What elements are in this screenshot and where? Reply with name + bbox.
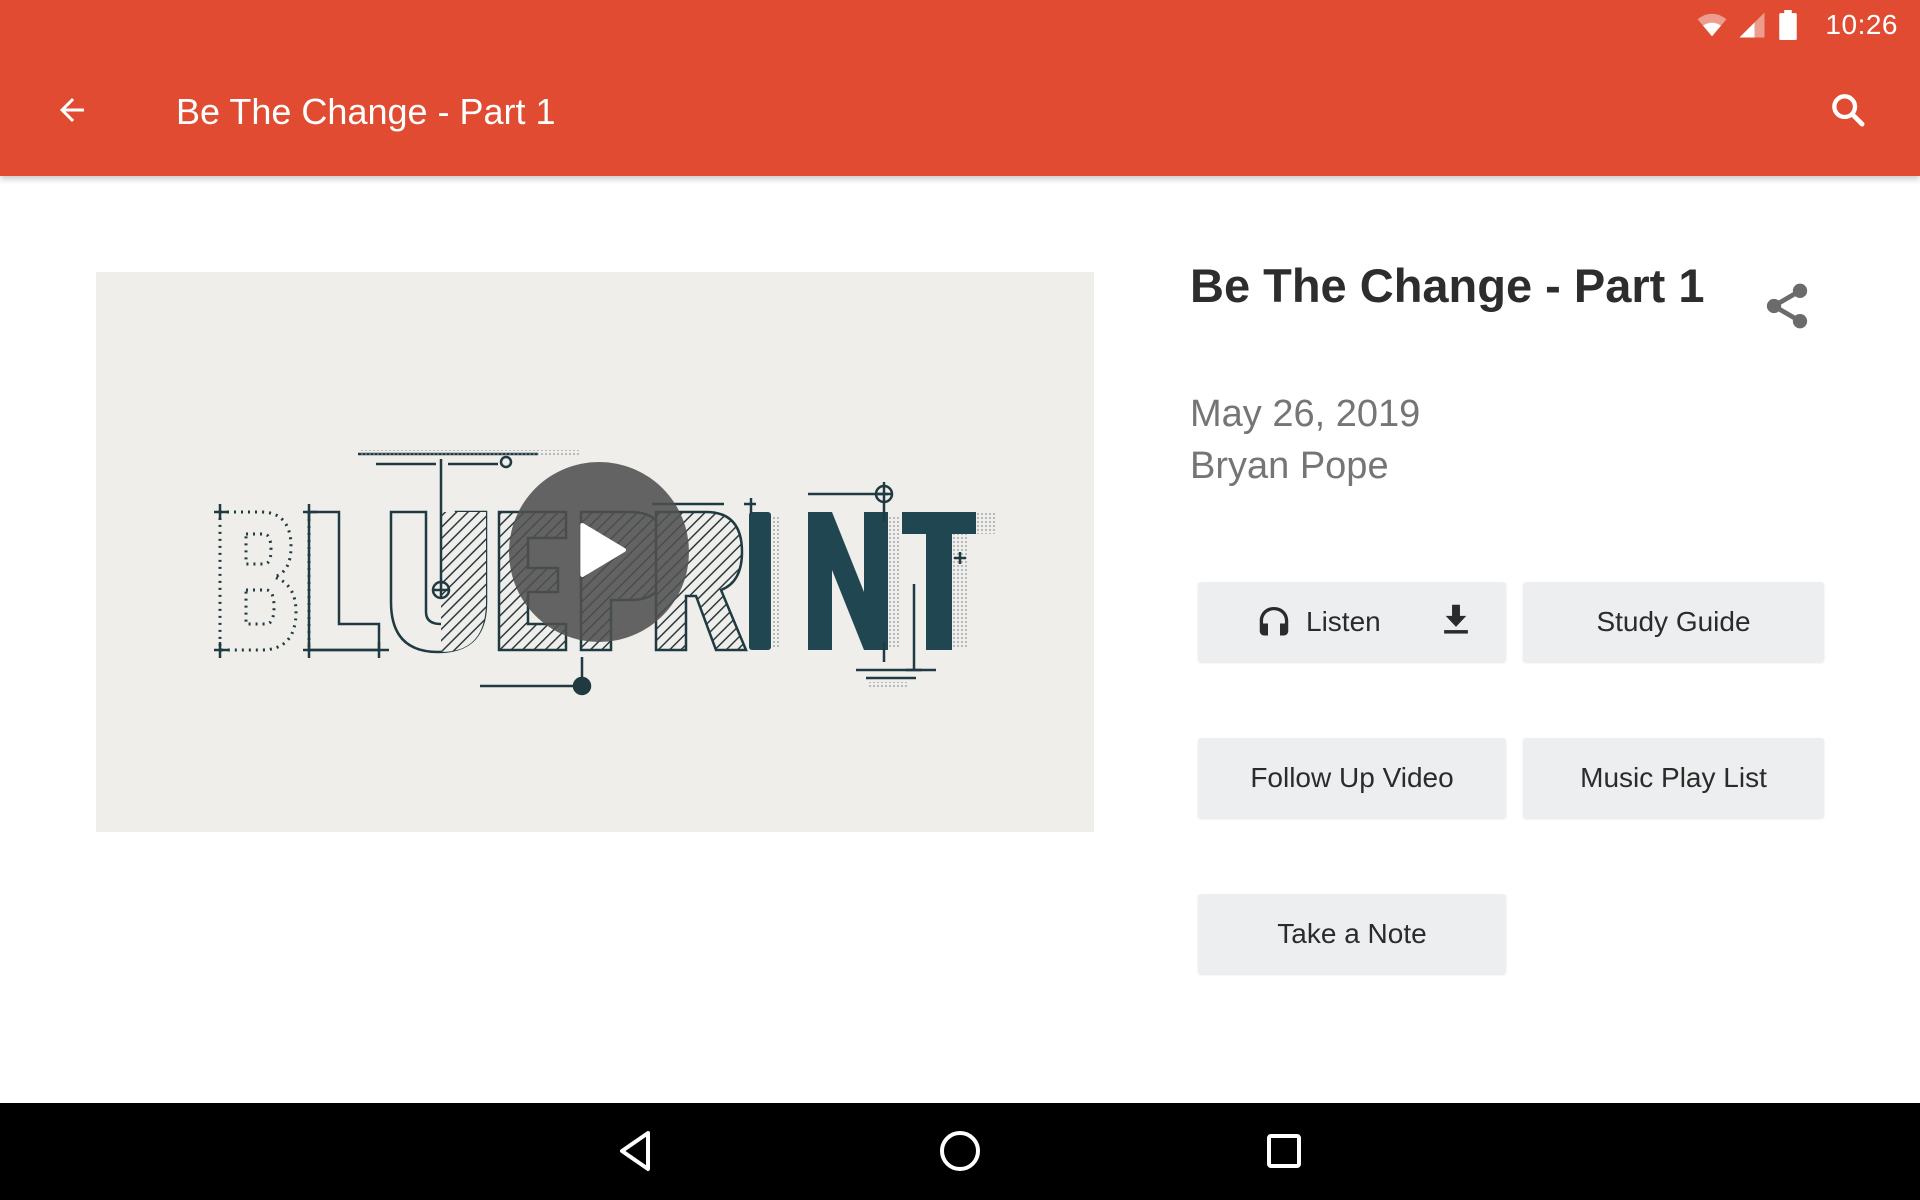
battery-icon [1777, 10, 1807, 40]
nav-back-icon [616, 1129, 656, 1178]
status-bar: 10:26 [0, 0, 1920, 50]
sermon-date: May 26, 2019 [1190, 393, 1421, 435]
music-play-list-button[interactable]: Music Play List [1523, 738, 1824, 818]
back-button[interactable] [48, 88, 96, 136]
nav-recents-icon [1264, 1131, 1304, 1176]
listen-button-content: Listen [1198, 582, 1506, 662]
listen-button[interactable]: Listen [1198, 582, 1506, 662]
sermon-title: Be The Change - Part 1 [1190, 259, 1705, 312]
study-guide-button[interactable]: Study Guide [1523, 582, 1824, 662]
nav-back-button[interactable] [606, 1123, 666, 1183]
listen-label: Listen [1306, 606, 1381, 637]
cell-signal-icon [1737, 10, 1767, 40]
search-icon [1828, 90, 1868, 135]
system-nav-bar [0, 1103, 1920, 1200]
status-time: 10:26 [1825, 9, 1898, 40]
download-button[interactable] [1436, 602, 1476, 642]
app-bar: 10:26 Be The Change - Part 1 [0, 0, 1920, 176]
search-button[interactable] [1824, 88, 1872, 136]
status-icons: 10:26 [1697, 8, 1898, 42]
share-icon [1761, 280, 1813, 337]
headphones-icon [1256, 604, 1292, 640]
take-a-note-button[interactable]: Take a Note [1198, 894, 1506, 974]
nav-recents-button[interactable] [1254, 1123, 1314, 1183]
app-bar-title: Be The Change - Part 1 [176, 91, 556, 132]
arrow-back-icon [54, 92, 90, 133]
sermon-speaker: Bryan Pope [1190, 445, 1389, 487]
follow-up-video-button[interactable]: Follow Up Video [1198, 738, 1506, 818]
share-button[interactable] [1757, 278, 1817, 338]
nav-home-icon [938, 1129, 982, 1178]
wifi-icon [1697, 10, 1727, 40]
play-button[interactable] [509, 462, 689, 642]
sermon-detail-screen: 10:26 Be The Change - Part 1 Be The Chan… [0, 0, 1920, 1200]
download-icon [1437, 600, 1475, 645]
video-thumbnail[interactable] [96, 272, 1094, 832]
play-icon [559, 510, 639, 595]
nav-home-button[interactable] [930, 1123, 990, 1183]
